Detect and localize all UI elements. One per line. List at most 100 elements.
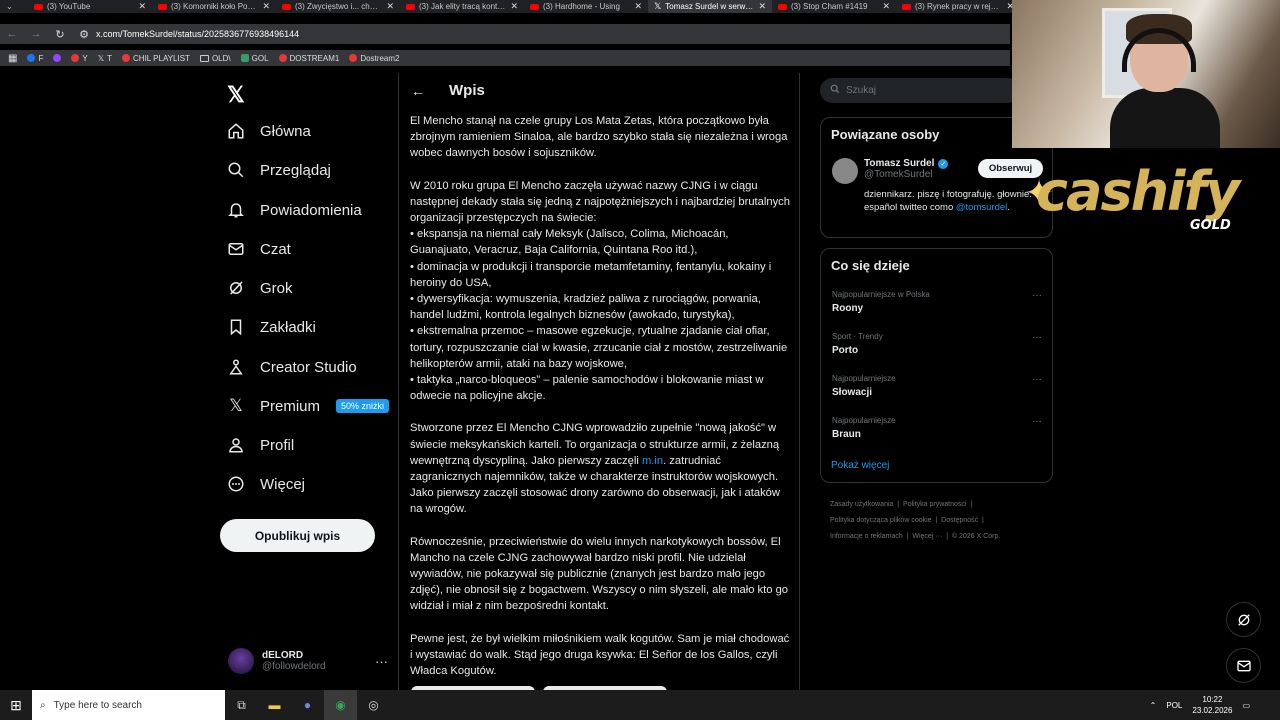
x-icon: 𝕏 [97, 53, 105, 63]
footer-link[interactable]: Polityka prywatności [903, 501, 966, 508]
tab-stopcham[interactable]: (3) Stop Cham #1419 ✕ [772, 0, 896, 13]
file-explorer-icon[interactable]: ▬ [258, 690, 291, 720]
bookmark-gol[interactable]: GOL [240, 53, 269, 63]
tab-zwyciestwo[interactable]: (3) Zwycięstwo i... chwała ✕ [276, 0, 400, 13]
sidebar-item-notifications[interactable]: Powiadomienia [226, 197, 362, 223]
trend-item[interactable]: Sport · Trendy Porto ··· [832, 332, 1042, 356]
bookmark-y[interactable]: Y [71, 54, 88, 63]
more-dots-icon[interactable]: ··· [1032, 332, 1042, 343]
bookmark-label: GOL [251, 53, 269, 63]
x-icon: 𝕏 [229, 396, 243, 415]
avatar[interactable] [832, 158, 858, 184]
bookmark-twitch[interactable] [53, 54, 62, 62]
sidebar-item-explore[interactable]: Przeglądaj [226, 157, 331, 183]
sidebar-item-more[interactable]: Więcej [226, 471, 305, 497]
footer-link[interactable]: Zasady użytkowania [830, 501, 893, 508]
youtube-icon [282, 3, 291, 10]
close-icon[interactable]: ✕ [262, 1, 270, 12]
bookmark-dostream2[interactable]: Dostream2 [349, 54, 399, 63]
tab-menu-icon[interactable]: ⌄ [6, 2, 13, 11]
back-icon[interactable]: ← [0, 28, 24, 40]
bullet-item: • taktyka „narco-bloqueos” – palenie sam… [410, 374, 764, 403]
footer-links: Zasady użytkowania | Polityka prywatnośc… [830, 501, 1001, 540]
bullet-item: • ekstremalna przemoc – masowe egzekucje… [410, 325, 788, 370]
windows-start-icon[interactable]: ⊞ [0, 690, 32, 720]
close-icon[interactable]: ✕ [138, 1, 146, 12]
close-icon[interactable]: ✕ [882, 1, 890, 12]
bookmark-t[interactable]: 𝕏T [98, 54, 112, 63]
clock-time: 10:22 [1202, 695, 1223, 704]
clock[interactable]: 10:22 23.02.2026 [1192, 694, 1232, 716]
bookmark-icon [226, 317, 246, 337]
trend-category: Najpopularniejsze [832, 374, 896, 383]
discord-icon[interactable]: ● [291, 690, 324, 720]
close-icon[interactable]: ✕ [386, 1, 394, 12]
task-view-icon[interactable]: ⧉ [225, 690, 258, 720]
streamer-body [1110, 88, 1220, 148]
chrome-icon[interactable]: ◉ [324, 690, 357, 720]
sidebar-item-grok[interactable]: Grok [226, 275, 293, 301]
site-info-icon[interactable]: ⚙ [72, 28, 96, 41]
search-placeholder: Szukaj [846, 85, 877, 96]
trend-item[interactable]: Najpopularniejsze Słowacji ··· [832, 374, 1042, 398]
close-icon[interactable]: ✕ [510, 1, 518, 12]
bookmark-dostream1[interactable]: DOSTREAM1 [278, 54, 339, 63]
post-link[interactable]: m.in [642, 455, 663, 467]
tab-komorniki[interactable]: (3) Komorniki koło Poznania ✕ [152, 0, 276, 13]
tab-rynek[interactable]: (3) Rynek pracy w rejonie ✕ [896, 0, 1020, 13]
footer-link[interactable]: Dostępność [941, 517, 978, 524]
trends-card: Co się dzieje Najpopularniejsze w Polska… [820, 248, 1053, 483]
tab-hardhome[interactable]: (3) Hardhome - Using ✕ [524, 0, 648, 13]
more-dots-icon[interactable]: ··· [1032, 290, 1042, 301]
trend-item[interactable]: Najpopularniejsze Braun ··· [832, 416, 1042, 440]
apps-icon[interactable]: ▦ [8, 53, 17, 64]
close-icon[interactable]: ✕ [634, 1, 642, 12]
footer-link[interactable]: Polityka dotycząca plików cookie [830, 517, 932, 524]
url-field[interactable]: x.com/TomekSurdel/status/202583677693849… [96, 29, 299, 39]
more-dots-icon[interactable]: ··· [375, 654, 388, 669]
more-dots-icon[interactable]: ··· [1032, 416, 1042, 427]
forward-icon[interactable]: → [24, 28, 48, 40]
youtube-icon [902, 3, 911, 10]
bookmark-chil[interactable]: CHIL PLAYLIST [122, 54, 190, 63]
chevron-up-icon[interactable]: ⌃ [1150, 701, 1157, 710]
post-paragraph: Pewne jest, że był wielkim miłośnikiem w… [410, 632, 790, 678]
x-logo-icon[interactable]: 𝕏 [227, 82, 245, 108]
publish-button[interactable]: Opublikuj wpis [220, 519, 375, 552]
trend-name: Roony [832, 303, 864, 314]
sidebar-item-chat[interactable]: Czat [226, 236, 291, 262]
sidebar-item-creator-studio[interactable]: Creator Studio [226, 354, 357, 380]
search-input[interactable]: Szukaj [820, 78, 1020, 103]
sidebar-item-home[interactable]: Główna [226, 118, 311, 144]
bookmark-f[interactable]: F [27, 54, 43, 63]
more-dots-icon[interactable]: ··· [1032, 374, 1042, 385]
sidebar-item-premium[interactable]: 𝕏 Premium 50% zniżki [226, 393, 390, 419]
tab-surdel[interactable]: 𝕏Tomasz Surdel w serwisie X✕ [648, 0, 772, 13]
obs-icon[interactable]: ◎ [357, 690, 390, 720]
chat-fab-button[interactable] [1226, 648, 1261, 683]
sidebar-item-profile[interactable]: Profil [226, 432, 294, 458]
notifications-icon[interactable]: ▭ [1242, 701, 1250, 710]
tab-youtube[interactable]: (3) YouTube ✕ [28, 0, 152, 13]
bullet-item: • dominacja w produkcji i transporcie me… [410, 260, 772, 289]
youtube-icon [158, 3, 167, 10]
footer-link[interactable]: Informacje o reklamach [830, 533, 903, 540]
trend-item[interactable]: Najpopularniejsze w Polska Roony ··· [832, 290, 1042, 314]
close-icon[interactable]: ✕ [758, 1, 766, 12]
account-switcher[interactable]: dELORD @followdelord ··· [228, 648, 388, 674]
taskbar-search-input[interactable]: ⌕ Type here to search [32, 690, 225, 720]
tab-elity[interactable]: (3) Jak elity tracą kontrolę ✕ [400, 0, 524, 13]
bookmark-old[interactable]: OLD\ [199, 54, 231, 63]
back-arrow-icon[interactable]: ← [411, 83, 425, 99]
post-paragraph: Stworzone przez El Mencho CJNG wprowadzi… [410, 420, 790, 517]
tab-0[interactable]: ⌄ [0, 0, 28, 13]
reload-icon[interactable]: ↻ [48, 28, 72, 41]
grok-fab-button[interactable] [1226, 602, 1261, 637]
bio-link[interactable]: @tomsurdel [956, 202, 1007, 213]
show-more-link[interactable]: Pokaż więcej [831, 460, 889, 471]
sidebar-item-bookmarks[interactable]: Zakładki [226, 314, 316, 340]
footer-link[interactable]: Więcej ··· [912, 533, 942, 540]
language-indicator[interactable]: POL [1166, 701, 1182, 710]
sidebar-item-label: Czat [260, 240, 291, 258]
person-name[interactable]: Tomasz Surdel [864, 158, 934, 169]
